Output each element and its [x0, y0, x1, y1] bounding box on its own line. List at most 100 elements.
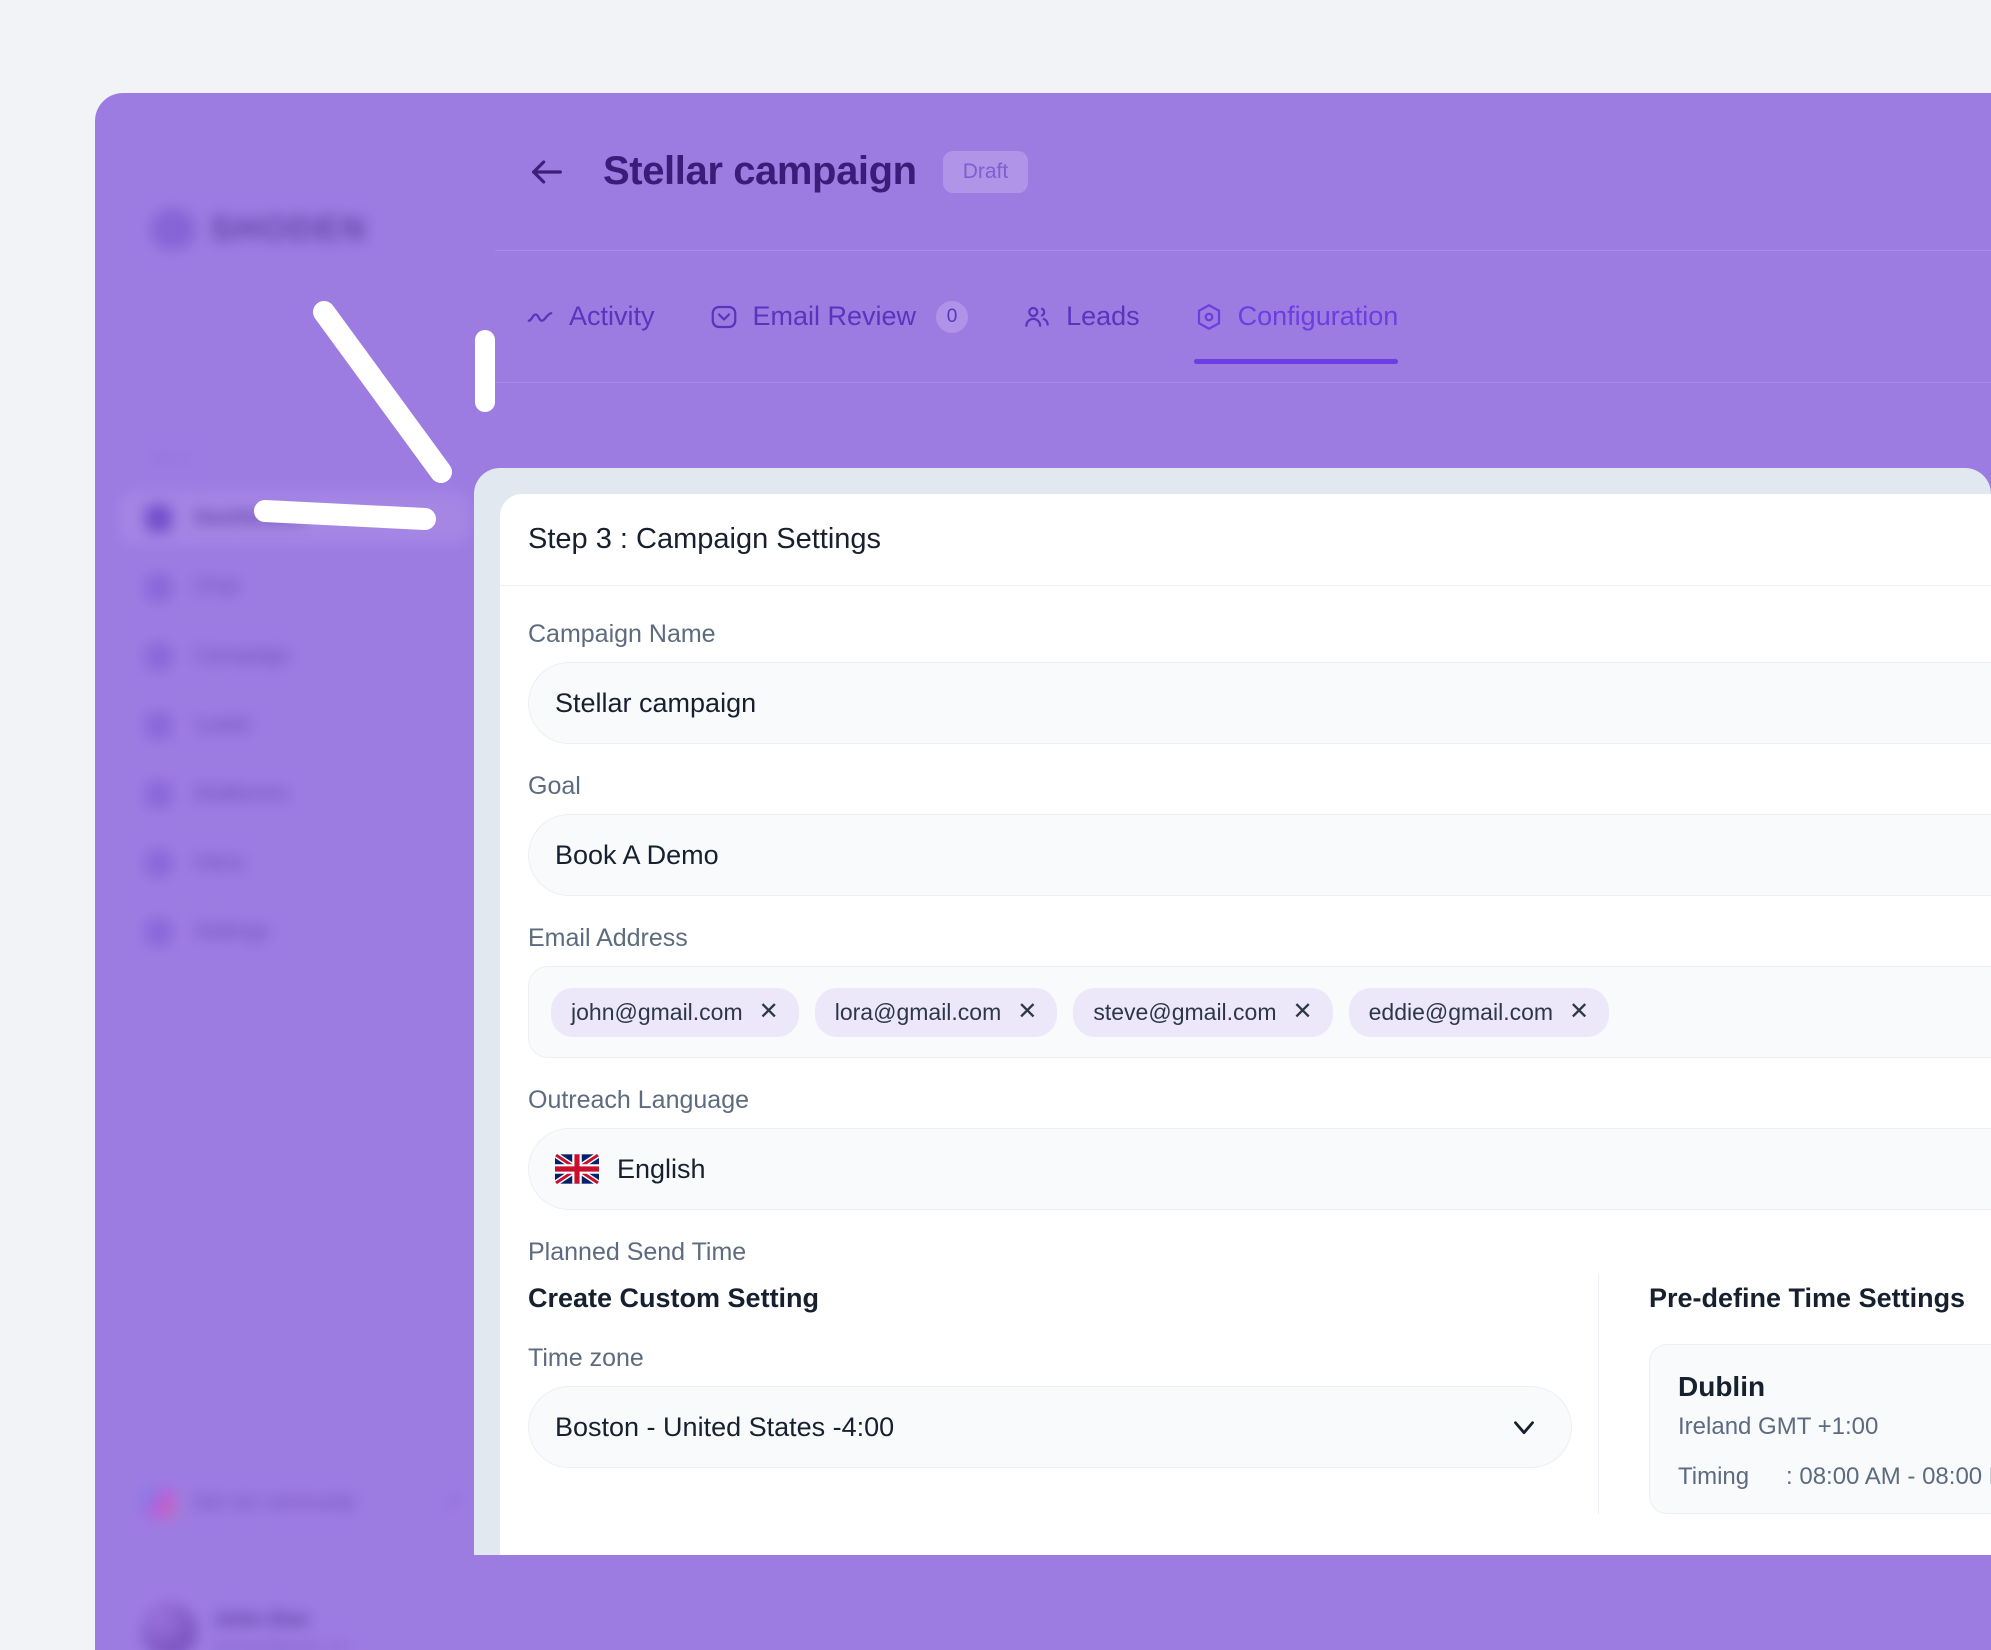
- tab-email-review[interactable]: Email Review 0: [709, 251, 969, 382]
- chevron-down-icon[interactable]: [1507, 1410, 1541, 1444]
- status-badge: Draft: [942, 150, 1029, 193]
- sidebar-item-settings[interactable]: Settings: [121, 907, 469, 957]
- sidebar-item-chat[interactable]: Chat: [121, 562, 469, 612]
- email-address-label: Email Address: [528, 924, 688, 952]
- email-chip-text: steve@gmail.com: [1093, 998, 1277, 1025]
- close-icon[interactable]: ✕: [1569, 1000, 1589, 1024]
- join-community-label: Join our community: [191, 1492, 356, 1513]
- modal-header: Step 3 : Campaign Settings: [500, 494, 1991, 586]
- predefine-time-settings-heading: Pre-define Time Settings: [1649, 1283, 1966, 1313]
- settings-target-icon: [1194, 302, 1224, 332]
- campaign-name-label: Campaign Name: [528, 620, 716, 648]
- campaign-name-field: Campaign Name Stellar campaign: [528, 620, 1991, 744]
- campaign-name-input[interactable]: Stellar campaign: [528, 662, 1991, 744]
- goal-label: Goal: [528, 772, 581, 800]
- tab-configuration[interactable]: Configuration: [1193, 251, 1399, 382]
- arrow-left-icon[interactable]: [525, 150, 569, 194]
- mailbox-icon: [145, 780, 172, 808]
- timezone-select[interactable]: Boston - United States -4:00: [528, 1386, 1572, 1468]
- sidebar-item-label: Inbox: [194, 851, 246, 874]
- tab-label: Activity: [569, 301, 655, 331]
- profile-email: johndoe@gmail.com: [213, 1637, 350, 1650]
- sidebar: SHODEN Menu Dashboard Chat Campaign Lead…: [95, 93, 495, 1650]
- modal-frame: Step 3 : Campaign Settings Campaign Name…: [474, 468, 1991, 1555]
- email-chip[interactable]: john@gmail.com ✕: [551, 987, 799, 1037]
- outreach-language-field: Outreach Language English: [528, 1086, 1991, 1210]
- modal-title: Step 3 : Campaign Settings: [528, 523, 882, 555]
- avatar: [141, 1603, 197, 1650]
- goal-value: Book A Demo: [555, 839, 719, 870]
- email-chip-text: lora@gmail.com: [834, 998, 1002, 1025]
- gear-icon: [145, 918, 172, 946]
- email-chip[interactable]: lora@gmail.com ✕: [814, 987, 1058, 1037]
- predefine-timing-separator: :: [1786, 1463, 1793, 1490]
- email-address-field: Email Address john@gmail.com ✕ lora@gmai…: [528, 924, 1991, 1058]
- close-icon[interactable]: ✕: [1293, 1000, 1313, 1024]
- inbox-icon: [145, 849, 172, 877]
- timezone-value: Boston - United States -4:00: [555, 1411, 895, 1442]
- grid-icon: [145, 504, 172, 532]
- sidebar-item-label: Chat: [194, 575, 239, 598]
- predefine-timing-range: 08:00 AM - 08:00 PM: [1799, 1463, 1991, 1490]
- sidebar-nav: Dashboard Chat Campaign Leads Mailboxes: [95, 493, 495, 976]
- tab-activity[interactable]: Activity: [525, 251, 655, 382]
- tab-badge-count: 0: [936, 300, 969, 333]
- campaign-name-value: Stellar campaign: [555, 687, 757, 718]
- profile-name: John Doe: [213, 1607, 309, 1631]
- predefine-timing-key: Timing: [1678, 1463, 1750, 1490]
- sidebar-item-label: Settings: [194, 920, 270, 943]
- tab-label: Configuration: [1237, 301, 1399, 331]
- sidebar-item-inbox[interactable]: Inbox: [121, 838, 469, 888]
- timezone-label: Time zone: [528, 1344, 644, 1372]
- create-custom-setting-heading: Create Custom Setting: [528, 1283, 820, 1313]
- close-icon[interactable]: ✕: [759, 1000, 779, 1024]
- predefine-city: Dublin: [1678, 1371, 1766, 1402]
- tab-leads[interactable]: Leads: [1022, 251, 1140, 382]
- close-icon[interactable]: ✕: [1017, 1000, 1037, 1024]
- active-tab-underline: [1193, 359, 1399, 364]
- uk-flag-icon: [555, 1153, 599, 1185]
- inbox-envelope-icon: [709, 302, 739, 332]
- sidebar-item-label: Campaign: [194, 644, 290, 667]
- activity-trend-icon: [525, 302, 555, 332]
- email-chip-text: eddie@gmail.com: [1368, 998, 1554, 1025]
- sidebar-item-label: Mailboxes: [194, 782, 289, 805]
- predefine-column: Pre-define Time Settings Dublin Ireland …: [1598, 1273, 1991, 1514]
- email-chip[interactable]: steve@gmail.com ✕: [1073, 987, 1333, 1037]
- goal-field: Goal Book A Demo: [528, 772, 1991, 896]
- outreach-language-label: Outreach Language: [528, 1086, 750, 1114]
- page-title: Stellar campaign: [603, 149, 917, 193]
- screen-root: SHODEN Menu Dashboard Chat Campaign Lead…: [0, 0, 1991, 1650]
- community-icon: [141, 1488, 175, 1518]
- goal-input[interactable]: Book A Demo: [528, 814, 1991, 896]
- outreach-language-value: English: [617, 1153, 706, 1184]
- users-icon: [145, 711, 172, 739]
- user-profile[interactable]: John Doe johndoe@gmail.com: [141, 1603, 350, 1650]
- predefine-region: Ireland GMT +1:00: [1678, 1413, 1879, 1440]
- send-time-split: Create Custom Setting Time zone Boston -…: [528, 1273, 1991, 1514]
- email-chip-text: john@gmail.com: [571, 998, 743, 1025]
- sidebar-item-label: Dashboard: [194, 506, 304, 529]
- sidebar-item-mailboxes[interactable]: Mailboxes: [121, 769, 469, 819]
- sidebar-item-dashboard[interactable]: Dashboard: [121, 493, 469, 543]
- brand-logo[interactable]: SHODEN: [150, 208, 367, 250]
- outreach-language-select[interactable]: English: [528, 1128, 1991, 1210]
- predefine-time-card[interactable]: Dublin Ireland GMT +1:00 Timing : 08:00 …: [1649, 1344, 1991, 1514]
- sidebar-item-campaign[interactable]: Campaign: [121, 631, 469, 681]
- tab-label: Email Review: [752, 301, 917, 331]
- predefine-timing-value: : 08:00 AM - 08:00 PM: [1786, 1463, 1991, 1491]
- sidebar-item-leads[interactable]: Leads: [121, 700, 469, 750]
- custom-setting-column: Create Custom Setting Time zone Boston -…: [528, 1273, 1598, 1514]
- predefine-timing-row: Timing : 08:00 AM - 08:00 PM: [1678, 1463, 1991, 1491]
- planned-send-time-label: Planned Send Time: [528, 1238, 747, 1266]
- users-icon: [1022, 302, 1052, 332]
- chat-icon: [145, 573, 172, 601]
- email-address-input[interactable]: john@gmail.com ✕ lora@gmail.com ✕ steve@…: [528, 966, 1991, 1058]
- campaign-settings-modal: Step 3 : Campaign Settings Campaign Name…: [500, 494, 1991, 1555]
- email-chip[interactable]: eddie@gmail.com ✕: [1348, 987, 1610, 1037]
- join-community-link[interactable]: Join our community ↗: [141, 1488, 461, 1518]
- megaphone-icon: [145, 642, 172, 670]
- sidebar-section-label: Menu: [151, 448, 198, 467]
- tab-label: Leads: [1066, 301, 1140, 331]
- page-header: Stellar campaign Draft: [495, 93, 1991, 251]
